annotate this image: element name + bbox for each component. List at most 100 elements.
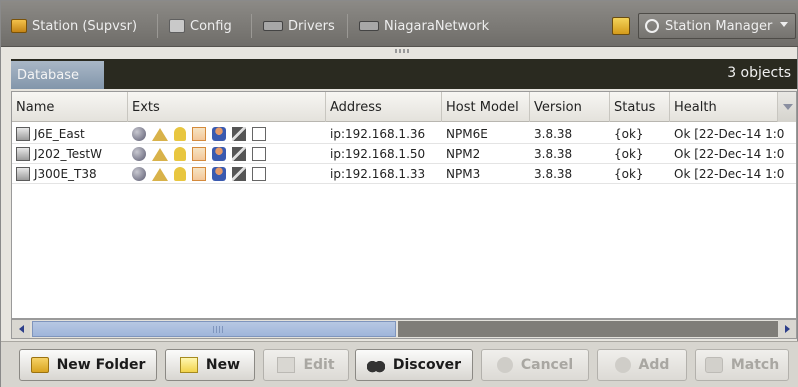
column-address[interactable]: Address [326,92,442,122]
cell-version: 3.8.38 [534,147,573,161]
device-icon [16,127,30,141]
cell-address: ip:192.168.1.36 [330,127,426,141]
column-health[interactable]: Health [670,92,778,122]
folder-icon [30,357,49,373]
add-button[interactable]: Add [597,349,687,381]
breadcrumb-niagaranetwork[interactable]: NiagaraNetwork [359,16,489,36]
cancel-button[interactable]: Cancel [481,349,589,381]
virtual-icon[interactable] [232,147,246,161]
action-bar: New Folder New Edit Discover Cancel Add … [1,341,798,387]
cell-status: {ok} [614,147,644,161]
button-label: Cancel [520,357,574,373]
alarms-icon[interactable] [152,147,168,161]
table-row[interactable]: J6E_East ip:192.168.1.36 NPM6E 3.8.38 {o… [12,124,796,144]
binoculars-icon [366,357,385,373]
points-icon[interactable] [132,167,146,181]
schedules-icon[interactable] [192,147,206,161]
column-status[interactable]: Status [610,92,670,122]
button-label: New Folder [56,357,146,373]
view-selector[interactable]: Station Manager [638,13,796,39]
horizontal-scrollbar[interactable] [11,319,797,339]
bell-icon[interactable] [174,127,186,141]
cell-status: {ok} [614,167,644,181]
scrollbar-track[interactable] [398,321,778,337]
device-name: J202_TestW [34,147,102,161]
cell-health: Ok [22-Dec-14 1:0 [674,127,785,141]
cell-name: J6E_East [12,124,128,144]
new-button[interactable]: New [165,349,255,381]
bell-icon[interactable] [174,167,186,181]
column-name[interactable]: Name [12,92,128,122]
match-button[interactable]: Match [695,349,789,381]
edit-icon [277,357,296,373]
table-row[interactable]: J300E_T38 ip:192.168.1.33 NPM3 3.8.38 {o… [12,164,796,184]
cancel-icon [496,357,513,373]
station-icon [11,19,27,33]
files-icon[interactable] [252,127,266,141]
cell-version: 3.8.38 [534,167,573,181]
cell-version: 3.8.38 [534,127,573,141]
notes-icon[interactable] [612,17,630,35]
cell-health: Ok [22-Dec-14 1:0 [674,147,785,161]
discover-button[interactable]: Discover [355,349,473,381]
cell-exts [128,164,326,184]
cell-exts [128,124,326,144]
breadcrumb-drivers[interactable]: Drivers [263,16,335,36]
breadcrumb-label: Station (Supvsr) [32,18,138,34]
scroll-left-icon[interactable] [12,320,30,338]
tab-database[interactable]: Database [11,61,104,89]
cell-host-model: NPM2 [446,147,481,161]
device-name: J6E_East [34,127,85,141]
files-icon[interactable] [252,167,266,181]
view-selector-label: Station Manager [665,18,773,34]
users-icon[interactable] [212,147,226,161]
column-version[interactable]: Version [530,92,610,122]
config-icon [169,19,185,33]
points-icon[interactable] [132,147,146,161]
alarms-icon[interactable] [152,167,168,181]
button-label: Discover [392,357,462,373]
cell-exts [128,144,326,164]
device-name: J300E_T38 [34,167,97,181]
alarms-icon[interactable] [152,127,168,141]
nav-toolbar: Station (Supvsr) Config Drivers NiagaraN… [1,1,798,47]
table-header: Name Exts Address Host Model Version Sta… [12,92,796,122]
column-chooser-icon[interactable] [778,92,796,122]
scrollbar-thumb[interactable] [32,321,396,337]
virtual-icon[interactable] [232,127,246,141]
schedules-icon[interactable] [192,127,206,141]
files-icon[interactable] [252,147,266,161]
edit-button[interactable]: Edit [263,349,349,381]
breadcrumb-config[interactable]: Config [169,16,232,36]
cell-host-model: NPM6E [446,127,488,141]
splitter-grip[interactable] [395,49,409,53]
chevron-down-icon [780,22,788,27]
breadcrumb-station[interactable]: Station (Supvsr) [11,16,137,36]
cell-address: ip:192.168.1.50 [330,147,426,161]
points-icon[interactable] [132,127,146,141]
scroll-right-icon[interactable] [778,320,796,338]
column-host-model[interactable]: Host Model [442,92,530,122]
add-icon [614,357,631,373]
button-label: New [205,357,241,373]
new-folder-button[interactable]: New Folder [19,349,157,381]
breadcrumb-label: Config [190,18,232,34]
column-exts[interactable]: Exts [128,92,326,122]
drivers-icon [263,21,283,31]
users-icon[interactable] [212,127,226,141]
toolbar-separator [157,14,158,38]
users-icon[interactable] [212,167,226,181]
device-icon [16,147,30,161]
schedules-icon[interactable] [192,167,206,181]
bell-icon[interactable] [174,147,186,161]
toolbar-separator [347,14,348,38]
button-label: Add [638,357,670,373]
breadcrumb-label: NiagaraNetwork [384,18,490,34]
table-row[interactable]: J202_TestW ip:192.168.1.50 NPM2 3.8.38 {… [12,144,796,164]
device-table: Name Exts Address Host Model Version Sta… [11,91,797,319]
button-label: Edit [303,357,335,373]
cell-host-model: NPM3 [446,167,481,181]
virtual-icon[interactable] [232,167,246,181]
network-icon [359,21,379,31]
cell-status: {ok} [614,127,644,141]
